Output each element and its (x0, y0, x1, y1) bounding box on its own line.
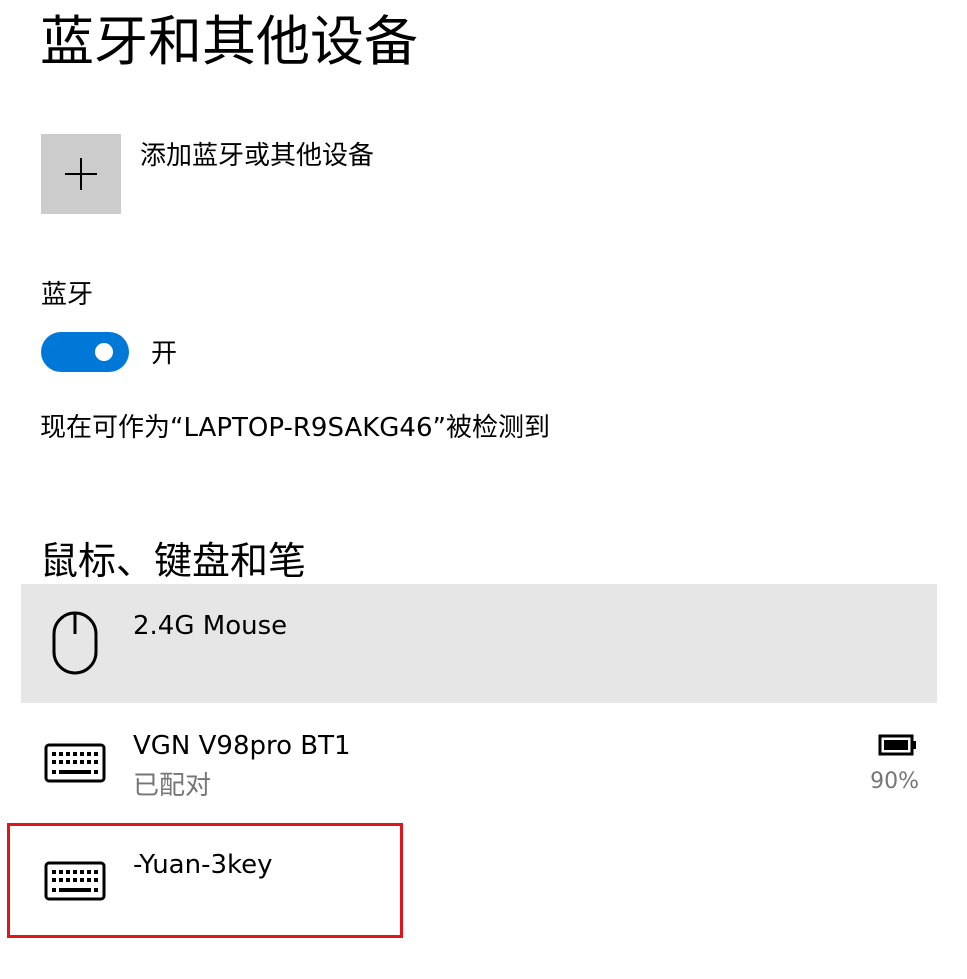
page-title: 蓝牙和其他设备 (40, 10, 418, 73)
device-name: VGN V98pro BT1 (133, 731, 351, 761)
section-title: 鼠标、键盘和笔 (40, 539, 307, 583)
mouse-icon (52, 611, 98, 675)
device-item-yuan-keyboard[interactable]: -Yuan-3key (21, 821, 937, 939)
plus-icon (65, 158, 97, 190)
device-item-vgn-keyboard[interactable]: VGN V98pro BT1 已配对 90% (21, 703, 937, 821)
device-status: 已配对 (133, 771, 212, 801)
keyboard-icon (44, 743, 106, 783)
discoverable-text: 现在可作为“LAPTOP-R9SAKG46”被检测到 (40, 413, 550, 443)
settings-page: 蓝牙和其他设备 添加蓝牙或其他设备 蓝牙 开 现在可作为“LAPTOP-R9SA… (0, 0, 967, 979)
bluetooth-toggle[interactable] (41, 332, 129, 372)
battery-icon (878, 734, 916, 756)
add-device-label[interactable]: 添加蓝牙或其他设备 (140, 138, 374, 174)
toggle-knob (95, 343, 113, 361)
keyboard-icon (44, 861, 106, 901)
bluetooth-label: 蓝牙 (41, 280, 94, 310)
device-name: -Yuan-3key (133, 850, 273, 880)
add-device-button[interactable] (41, 134, 121, 214)
device-item-mouse[interactable]: 2.4G Mouse (21, 584, 937, 703)
bluetooth-toggle-state: 开 (151, 339, 178, 369)
device-name: 2.4G Mouse (133, 611, 288, 641)
battery-percentage: 90% (870, 769, 919, 794)
